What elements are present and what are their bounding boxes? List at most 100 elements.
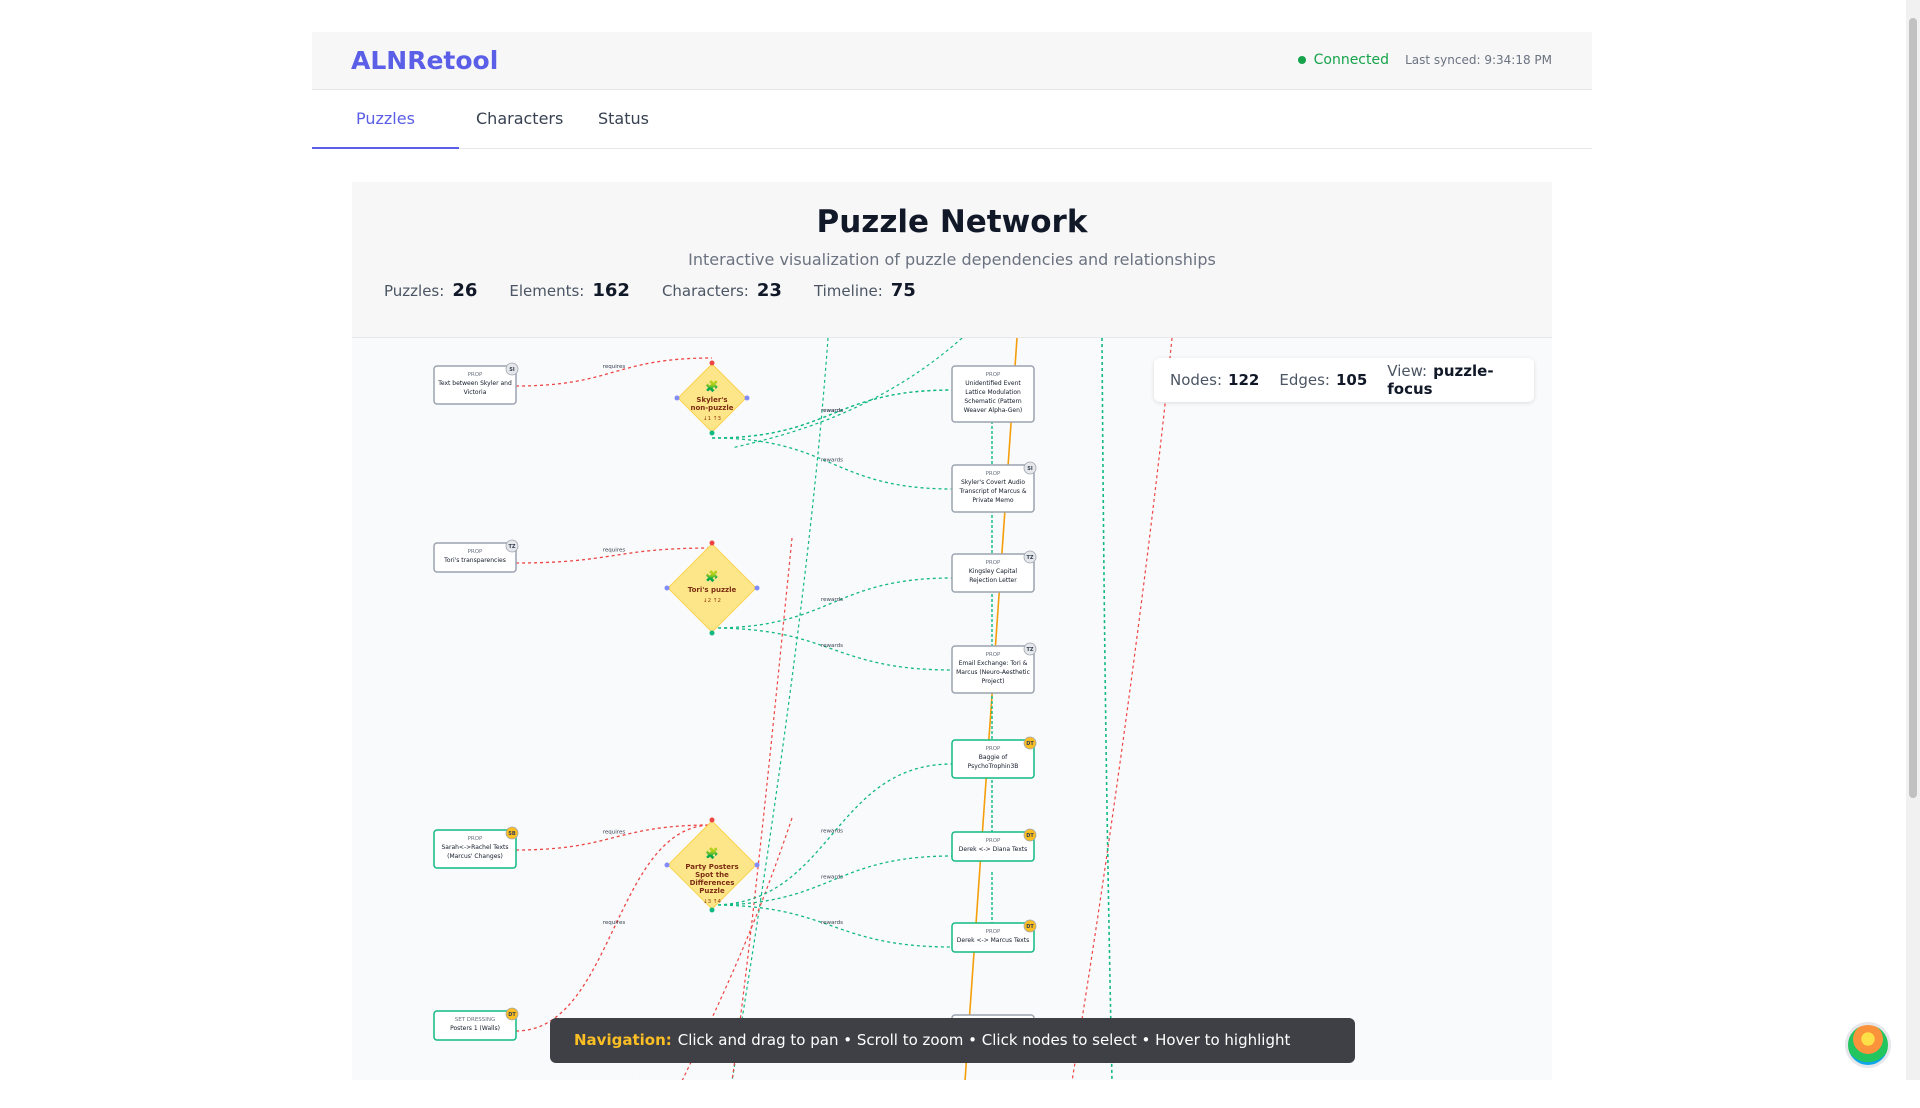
element-name: Rejection Letter [969,577,1017,584]
element-name: (Marcus' Changes) [447,853,503,860]
badge-label: TZ [1026,555,1033,561]
edge-requires [731,537,793,1080]
stat-timeline: Timeline: 75 [813,280,916,301]
puzzle-handle-bottom [709,430,715,436]
graph-stat-view: View: puzzle-focus [1387,362,1494,398]
element-name: PsychoTrophin3B [968,763,1019,770]
element-name: Sarah<->Rachel Texts [442,844,509,851]
edge-rewards [711,763,953,906]
element-name: Email Exchange: Tori & [959,660,1028,667]
element-name: Private Memo [972,497,1014,504]
element-type: PROP [986,929,1001,935]
graph-canvas[interactable]: requires requires requires requires rewards r… [352,337,1552,1080]
navigation-label: Navigation: [574,1031,672,1049]
puzzle-name: non-puzzle [691,404,734,412]
puzzle-name: Differences [690,879,735,887]
puzzle-icon: 🧩 [705,380,719,393]
edge-requires [1071,338,1173,1080]
puzzle-icon: 🧩 [705,847,719,860]
edge-label-rewards: rewards [821,875,843,881]
page-title: Puzzle Network [816,204,1088,240]
connection-label: Connected [1313,52,1389,68]
badge-label: DT [1026,741,1034,747]
puzzle-handle-left [664,862,670,868]
edge-label-rewards: rewards [821,920,843,926]
badge-label: SI [509,367,515,373]
element-name: Kingsley Capital [969,568,1018,575]
puzzle-counts: ↓1 ↑3 [703,415,721,422]
puzzle-handle-top [709,540,715,546]
badge-label: SB [508,831,516,837]
puzzle-handle-left [664,585,670,591]
element-name: Derek <-> Marcus Texts [957,937,1029,944]
element-name: Skyler's Covert Audio [961,479,1025,486]
page-scrollbar[interactable] [1906,0,1920,1080]
element-name: Marcus (Neuro-Aesthetic [956,669,1030,676]
puzzle-name: Party Posters [685,863,738,871]
element-type: SET DRESSING [455,1017,496,1023]
badge-label: SI [1027,466,1033,472]
element-name: Unidentified Event [965,380,1021,387]
stat-puzzles: Puzzles: 26 [384,280,478,301]
tab-status[interactable]: Status [554,91,693,149]
element-type: PROP [468,549,483,555]
element-name: Lattice Modulation [965,389,1021,396]
puzzle-handle-bottom [709,630,715,636]
scroll-thumb[interactable] [1909,18,1917,798]
edge-label-rewards: rewards [821,829,843,835]
element-type: PROP [468,372,483,378]
element-type: PROP [986,838,1001,844]
element-name: Posters 1 (Walls) [450,1025,500,1032]
edge-rewards [711,627,953,671]
element-name: Schematic (Pattern [964,398,1021,405]
edge-label-rewards: rewards [821,408,843,414]
badge-label: DT [1026,833,1034,839]
puzzle-handle-left [674,395,680,401]
element-type: PROP [986,746,1001,752]
graph-stat-nodes: Nodes: 122 [1170,371,1260,389]
element-name: Weaver Alpha-Gen) [964,407,1023,414]
puzzle-counts: ↓3 ↑4 [703,898,721,905]
badge-label: TZ [508,544,515,550]
element-name: Tori's transparencies [443,557,506,564]
app-header: ALNRetool Connected Last synced: 9:34:18… [312,32,1592,90]
network-graph[interactable]: requires requires requires requires rewards r… [352,338,1552,1080]
edge-rewards [711,904,953,948]
puzzle-handle-right [744,395,750,401]
badge-label: DT [508,1012,516,1018]
element-name: Transcript of Marcus & [958,488,1026,495]
element-type: PROP [986,652,1001,658]
edge-requires [515,357,713,387]
app-root: ALNRetool Connected Last synced: 9:34:18… [312,32,1592,1080]
edge-label-requires: requires [603,548,626,554]
element-name: Derek <-> Diana Texts [959,846,1027,853]
stat-elements: Elements: 162 [509,280,630,301]
summary-stats: Puzzles: 26 Elements: 162 Characters: 23 Ti… [384,280,916,301]
navigation-hint: Navigation: Click and drag to pan • Scrol… [550,1018,1355,1094]
badge-label: TZ [1026,647,1033,653]
timeline-line [964,338,1018,1080]
edge-rewards [731,338,963,449]
puzzle-handle-right [754,585,760,591]
status-dot-icon [1297,56,1306,64]
edge-label-rewards: rewards [821,458,843,464]
puzzle-name: Puzzle [699,887,725,895]
brand-logo[interactable]: ALNRetool [351,46,498,75]
puzzle-network-panel: Puzzle Network Interactive visualization… [352,182,1552,1080]
puzzle-icon: 🧩 [705,570,719,583]
edge-label-requires: requires [603,364,626,370]
graph-stat-edges: Edges: 105 [1279,371,1368,389]
element-type: PROP [986,372,1001,378]
edge-label-requires: requires [603,920,626,926]
tab-bar: Puzzles Characters Status [312,91,1592,149]
puzzle-name: Tori's puzzle [688,586,737,594]
puzzle-name: Spot the [695,871,729,879]
puzzle-name: Skyler's [696,396,727,404]
edge-label-rewards: rewards [821,643,843,649]
puzzle-handle-top [709,817,715,823]
edge-label-requires: requires [603,830,626,836]
user-avatar[interactable] [1845,1022,1891,1068]
page-subtitle: Interactive visualization of puzzle depe… [688,250,1216,269]
connection-status: Connected [1297,52,1389,68]
element-name: Project) [982,678,1005,685]
